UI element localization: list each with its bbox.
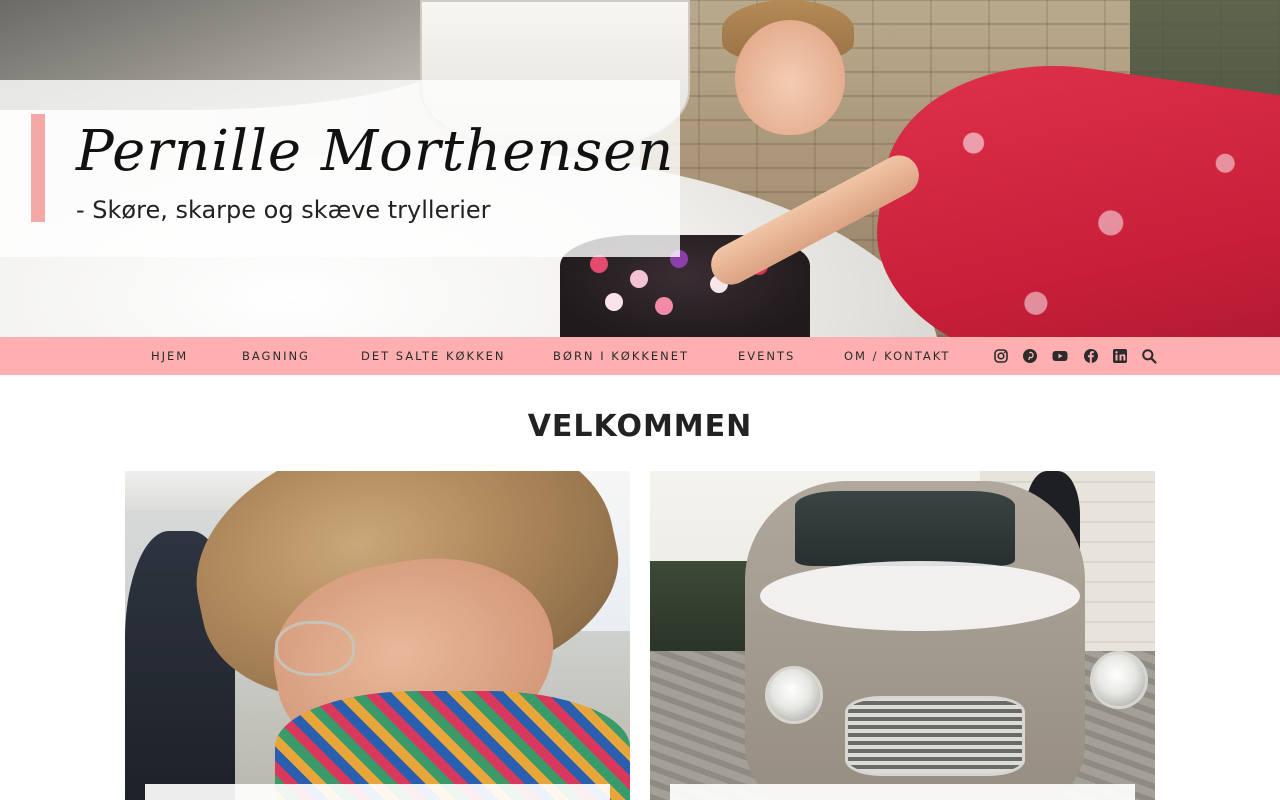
card-photo-headlight [765,666,823,724]
card-caption-box [145,784,610,800]
card-caption-box [670,784,1135,800]
hero-flower [655,297,673,315]
nav-item-det-salte-kokken[interactable]: DET SALTE KØKKEN [361,337,506,375]
logo-accent-bar [31,114,45,222]
site-tagline: - Skøre, skarpe og skæve tryllerier [76,196,491,224]
facebook-icon[interactable] [1083,348,1099,364]
youtube-icon[interactable] [1052,348,1068,364]
hero-flower [605,293,623,311]
feature-card-2[interactable] [650,471,1155,800]
search-icon[interactable] [1141,348,1157,364]
pinterest-icon[interactable] [1022,348,1038,364]
section-title: VELKOMMEN [527,409,753,444]
hero-banner: Pernille Morthensen - Skøre, skarpe og s… [0,0,1280,337]
nav-item-bagning[interactable]: BAGNING [242,337,310,375]
hero-person-face [735,20,845,135]
main-navigation: HJEM BAGNING DET SALTE KØKKEN BØRN I KØK… [0,337,1280,375]
card-photo-grille [845,696,1025,776]
nav-item-events[interactable]: EVENTS [738,337,795,375]
card-photo-veil [760,561,1080,631]
site-logo-title[interactable]: Pernille Morthensen [76,112,676,192]
hero-flower [630,270,648,288]
feature-card-1[interactable] [125,471,630,800]
nav-item-born-i-kokkenet[interactable]: BØRN I KØKKENET [553,337,689,375]
hero-flower [590,255,608,273]
card-photo-windshield [795,491,1015,566]
nav-item-hjem[interactable]: HJEM [151,337,188,375]
card-photo-glasses [275,621,355,676]
card-photo-headlight [1090,651,1148,709]
instagram-icon[interactable] [993,348,1009,364]
nav-item-om-kontakt[interactable]: OM / KONTAKT [844,337,950,375]
linkedin-icon[interactable] [1112,348,1128,364]
